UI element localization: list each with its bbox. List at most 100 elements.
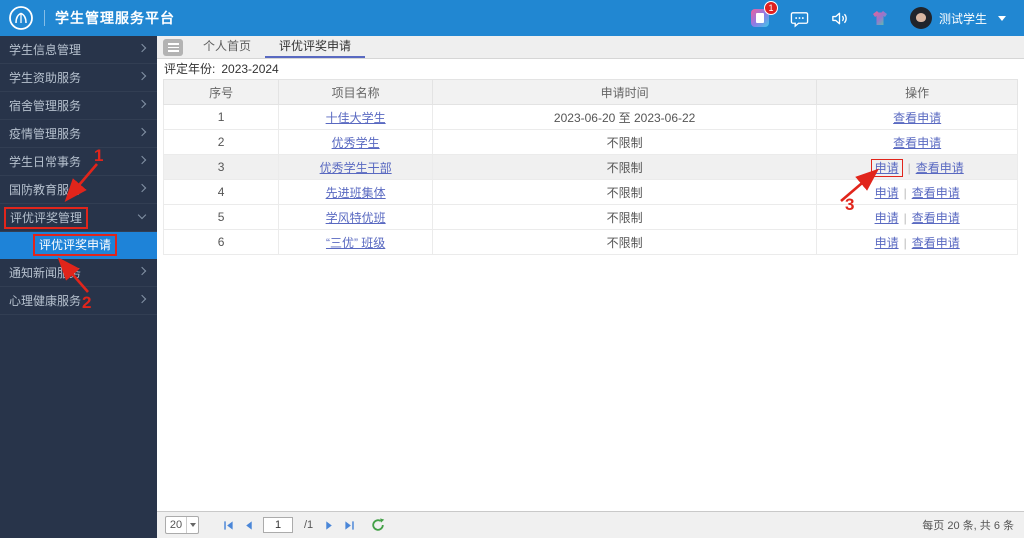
apply-link[interactable]: 申请: [875, 236, 899, 250]
sidebar-item-label: 学生信息管理: [9, 43, 82, 57]
header-divider: [44, 10, 45, 26]
sidebar-item-label: 学生资助服务: [9, 71, 82, 85]
first-page-button[interactable]: [223, 520, 234, 531]
main-content: 个人首页 评优评奖申请 评定年份: 2023-2024 序号 项目名称 申请时间 …: [157, 36, 1024, 538]
sidebar-item-daily-affairs[interactable]: 学生日常事务: [0, 148, 157, 176]
project-link[interactable]: 优秀学生干部: [320, 161, 392, 175]
apply-link[interactable]: 申请: [875, 186, 899, 200]
todo-icon[interactable]: 1: [750, 1, 778, 28]
cell-no: 5: [162, 204, 280, 230]
award-application-label: 评优评奖申请: [33, 234, 118, 256]
project-link[interactable]: 十佳大学生: [326, 111, 386, 125]
view-application-link[interactable]: 查看申请: [912, 186, 960, 200]
table-header-row: 序号 项目名称 申请时间 操作: [162, 79, 1018, 105]
refresh-icon[interactable]: [371, 518, 385, 532]
pagination-summary: 每页 20 条, 共 6 条: [922, 520, 1014, 532]
project-link[interactable]: 学风特优班: [326, 211, 386, 225]
user-menu[interactable]: 测试学生: [909, 7, 1006, 29]
cell-no: 1: [162, 104, 280, 130]
apply-link[interactable]: 申请: [875, 211, 899, 225]
year-filter-value: 2023-2024: [221, 62, 279, 76]
pagination-bar: 20 /1: [157, 511, 1024, 538]
action-separator: |: [903, 210, 907, 225]
next-page-button[interactable]: [324, 520, 335, 531]
apply-link-annotated[interactable]: 申请: [870, 158, 903, 177]
view-application-link[interactable]: 查看申请: [912, 211, 960, 225]
view-application-link[interactable]: 查看申请: [916, 161, 964, 175]
sidebar-item-dormitory[interactable]: 宿舍管理服务: [0, 92, 157, 120]
chevron-right-icon: [137, 71, 147, 81]
theme-skin-icon[interactable]: [870, 8, 890, 28]
sidebar-item-defense-education[interactable]: 国防教育服务: [0, 176, 157, 204]
page-title: 学生管理服务平台: [55, 10, 175, 26]
table-row: 6 “三优” 班级 不限制 申请 | 查看申请: [162, 229, 1018, 255]
table-row-highlighted: 3 优秀学生干部 不限制 申请 | 查看申请: [162, 154, 1018, 180]
page-number-input[interactable]: [263, 517, 293, 533]
view-application-link[interactable]: 查看申请: [893, 111, 941, 125]
top-header: 学生管理服务平台 1 测试学生: [0, 0, 1024, 36]
chevron-right-icon: [137, 99, 147, 109]
cell-time: 不限制: [431, 154, 818, 180]
chevron-right-icon: [137, 155, 147, 165]
action-separator: |: [903, 185, 907, 200]
award-table-wrap: 序号 项目名称 申请时间 操作 1 十佳大学生 2023-06-20 至 202…: [162, 79, 1018, 255]
action-separator: |: [907, 160, 911, 175]
cell-no: 6: [162, 229, 280, 255]
project-link[interactable]: 先进班集体: [326, 186, 386, 200]
theme-icon-glyph: [872, 11, 887, 25]
cell-no: 3: [162, 154, 280, 180]
avatar[interactable]: [909, 7, 932, 29]
chevron-down-icon: [137, 210, 147, 220]
award-table: 序号 项目名称 申请时间 操作 1 十佳大学生 2023-06-20 至 202…: [162, 79, 1018, 255]
dropdown-arrow-icon: [186, 517, 198, 533]
hamburger-menu-icon[interactable]: [163, 39, 183, 56]
table-row: 2 优秀学生 不限制 查看申请: [162, 129, 1018, 155]
sidebar-item-mental-health[interactable]: 心理健康服务: [0, 287, 157, 315]
cell-time: 不限制: [431, 179, 818, 205]
logo-icon: [9, 6, 33, 30]
cell-no: 4: [162, 179, 280, 205]
action-separator: |: [903, 235, 907, 250]
tab-award-application[interactable]: 评优评奖申请: [265, 36, 366, 58]
project-link[interactable]: “三优” 班级: [326, 236, 385, 250]
cell-time: 2023-06-20 至 2023-06-22: [431, 104, 818, 130]
prev-page-button[interactable]: [243, 520, 254, 531]
chat-icon-glyph: [791, 11, 809, 28]
chat-icon[interactable]: [790, 8, 810, 28]
sidebar-item-epidemic[interactable]: 疫情管理服务: [0, 120, 157, 148]
sidebar-item-label: 学生日常事务: [9, 155, 82, 169]
tab-personal-home[interactable]: 个人首页: [189, 36, 265, 58]
sidebar-item-award-application[interactable]: 评优评奖申请: [0, 232, 157, 259]
sidebar-item-label: 疫情管理服务: [9, 127, 82, 141]
filter-row: 评定年份: 2023-2024: [157, 59, 1024, 79]
col-no: 序号: [162, 79, 280, 105]
chevron-right-icon: [137, 43, 147, 53]
view-application-link[interactable]: 查看申请: [893, 136, 941, 150]
table-row: 5 学风特优班 不限制 申请 | 查看申请: [162, 204, 1018, 230]
year-filter-label: 评定年份:: [164, 62, 216, 76]
sidebar-item-student-info[interactable]: 学生信息管理: [0, 36, 157, 64]
cell-no: 2: [162, 129, 280, 155]
sidebar-item-student-aid[interactable]: 学生资助服务: [0, 64, 157, 92]
user-name: 测试学生: [938, 11, 987, 26]
project-link[interactable]: 优秀学生: [332, 136, 380, 150]
page-size-value: 20: [169, 519, 183, 531]
col-project-name: 项目名称: [278, 79, 433, 105]
chevron-right-icon: [137, 294, 147, 304]
view-application-link[interactable]: 查看申请: [912, 236, 960, 250]
header-actions: 1 测试学生: [750, 1, 1024, 29]
notification-badge: 1: [763, 1, 778, 15]
table-row: 4 先进班集体 不限制 申请 | 查看申请: [162, 179, 1018, 205]
app-window: 学生管理服务平台 1 测试学生 学生信息管理 学生资助服务 宿舍管理服务 疫情管…: [0, 0, 1024, 538]
chevron-down-icon[interactable]: [998, 15, 1006, 21]
total-pages-label: /1: [304, 519, 314, 531]
page-size-select[interactable]: 20: [165, 516, 199, 534]
sidebar: 学生信息管理 学生资助服务 宿舍管理服务 疫情管理服务 学生日常事务 国防教育服…: [0, 36, 157, 538]
sidebar-item-label: 通知新闻服务: [9, 266, 82, 280]
chevron-right-icon: [137, 266, 147, 276]
sidebar-item-label: 心理健康服务: [9, 294, 82, 308]
announcement-speaker-icon[interactable]: [830, 8, 850, 28]
sidebar-item-award-management[interactable]: 评优评奖管理: [0, 204, 157, 232]
last-page-button[interactable]: [344, 520, 355, 531]
sidebar-item-news-notice[interactable]: 通知新闻服务: [0, 259, 157, 287]
